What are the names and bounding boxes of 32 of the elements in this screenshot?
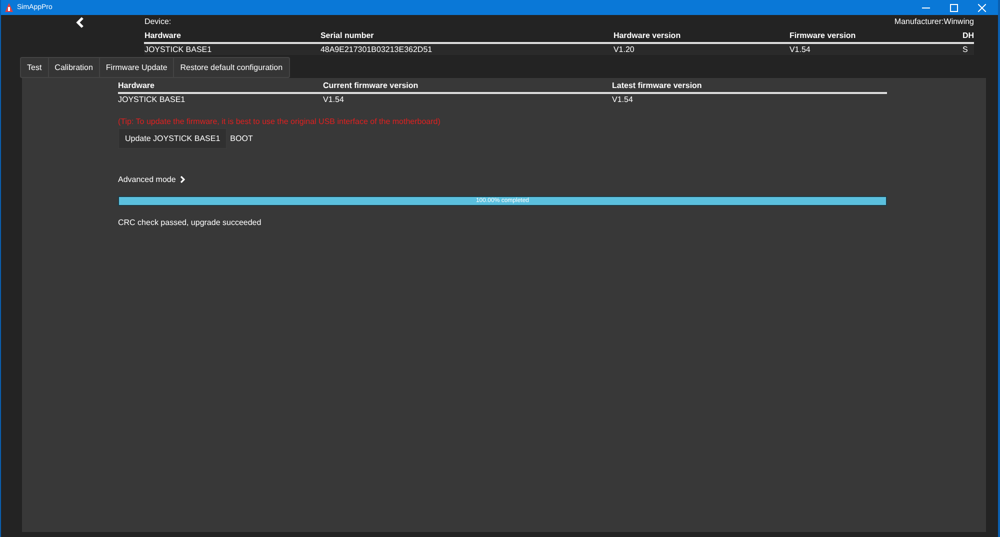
column-header: Firmware version xyxy=(789,30,857,41)
table-cell-text: V1.54 xyxy=(323,94,345,105)
close-icon[interactable] xyxy=(978,4,986,12)
table-cell-text: S xyxy=(962,44,969,55)
device-label: Device: xyxy=(144,17,172,28)
table-cell-text: JOYSTICK BASE1 xyxy=(118,94,186,105)
column-header: Serial number xyxy=(320,30,375,41)
chevron-right-icon xyxy=(180,176,185,183)
table-cell-text: V1.54 xyxy=(612,94,634,105)
table-cell-text: JOYSTICK BASE1 xyxy=(144,44,213,55)
tab[interactable]: Restore default configuration xyxy=(174,58,289,77)
column-header: Hardware xyxy=(144,30,182,41)
column-header: Hardware version xyxy=(613,30,682,41)
mode-label: BOOT xyxy=(230,134,253,143)
table-cell-text: V1.54 xyxy=(789,44,812,55)
app-logo-icon xyxy=(5,3,13,12)
tab[interactable]: Calibration xyxy=(48,58,100,77)
advanced-mode-link[interactable]: Advanced mode xyxy=(118,175,185,184)
maximize-icon[interactable] xyxy=(950,4,958,12)
back-icon[interactable] xyxy=(76,17,84,28)
table-cell-text: 48A9E217301B03213E362D51 xyxy=(320,44,434,55)
tab[interactable]: Test xyxy=(21,58,49,77)
column-header: Latest firmware version xyxy=(612,80,703,91)
column-header: Current firmware version xyxy=(323,80,420,91)
update-button[interactable]: Update JOYSTICK BASE1 xyxy=(118,128,228,149)
tab[interactable]: Firmware Update xyxy=(100,58,174,77)
tip-text: (Tip: To update the firmware, it is best to use the original USB interface of the motherboard) xyxy=(118,117,442,126)
column-header: Hardware xyxy=(118,80,156,91)
status-text: CRC check passed, upgrade succeeded xyxy=(118,218,262,227)
column-header: DH xyxy=(962,30,974,41)
table-cell-text: V1.20 xyxy=(613,44,636,55)
manufacturer-label: Manufacturer:Winwing xyxy=(894,17,974,28)
